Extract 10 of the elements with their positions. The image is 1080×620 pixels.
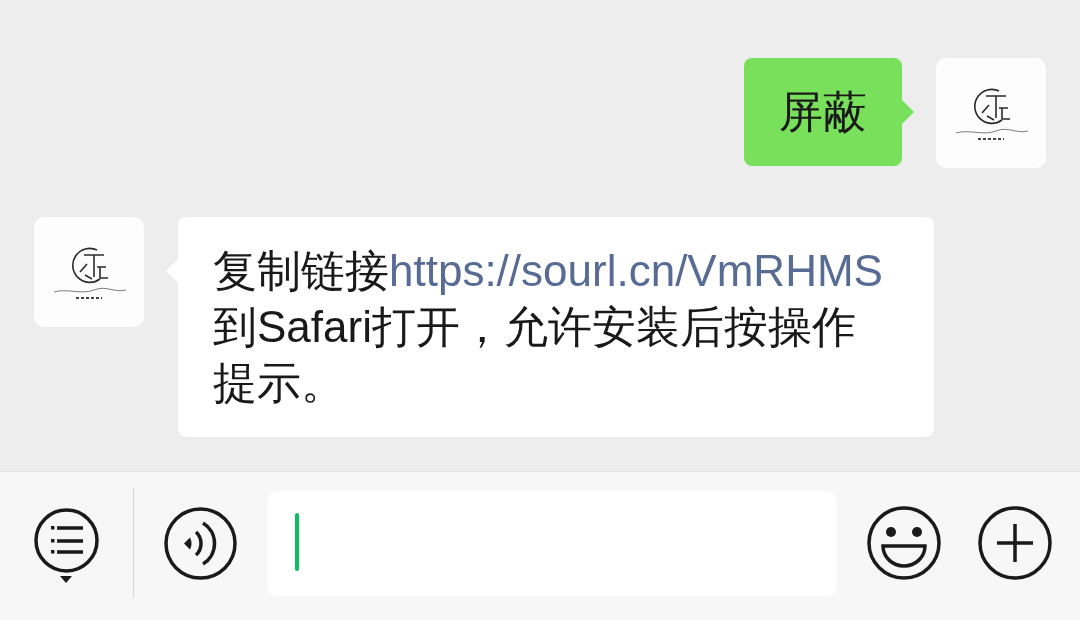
add-icon[interactable] xyxy=(978,506,1052,580)
message-text: 屏蔽 xyxy=(779,86,867,138)
message-link[interactable]: https://sourl.cn/VmRHMS xyxy=(389,246,883,295)
logo-avatar[interactable] xyxy=(34,217,144,327)
voice-icon[interactable] xyxy=(164,506,237,580)
message-input[interactable] xyxy=(267,490,837,596)
bubble-tail-icon xyxy=(902,100,914,124)
emoji-icon[interactable] xyxy=(867,506,941,580)
logo-avatar[interactable] xyxy=(936,58,1046,168)
message-text: 复制链接https://sourl.cn/VmRHMS 到Safari打开，允许安装后按操作提示。 xyxy=(213,245,884,409)
